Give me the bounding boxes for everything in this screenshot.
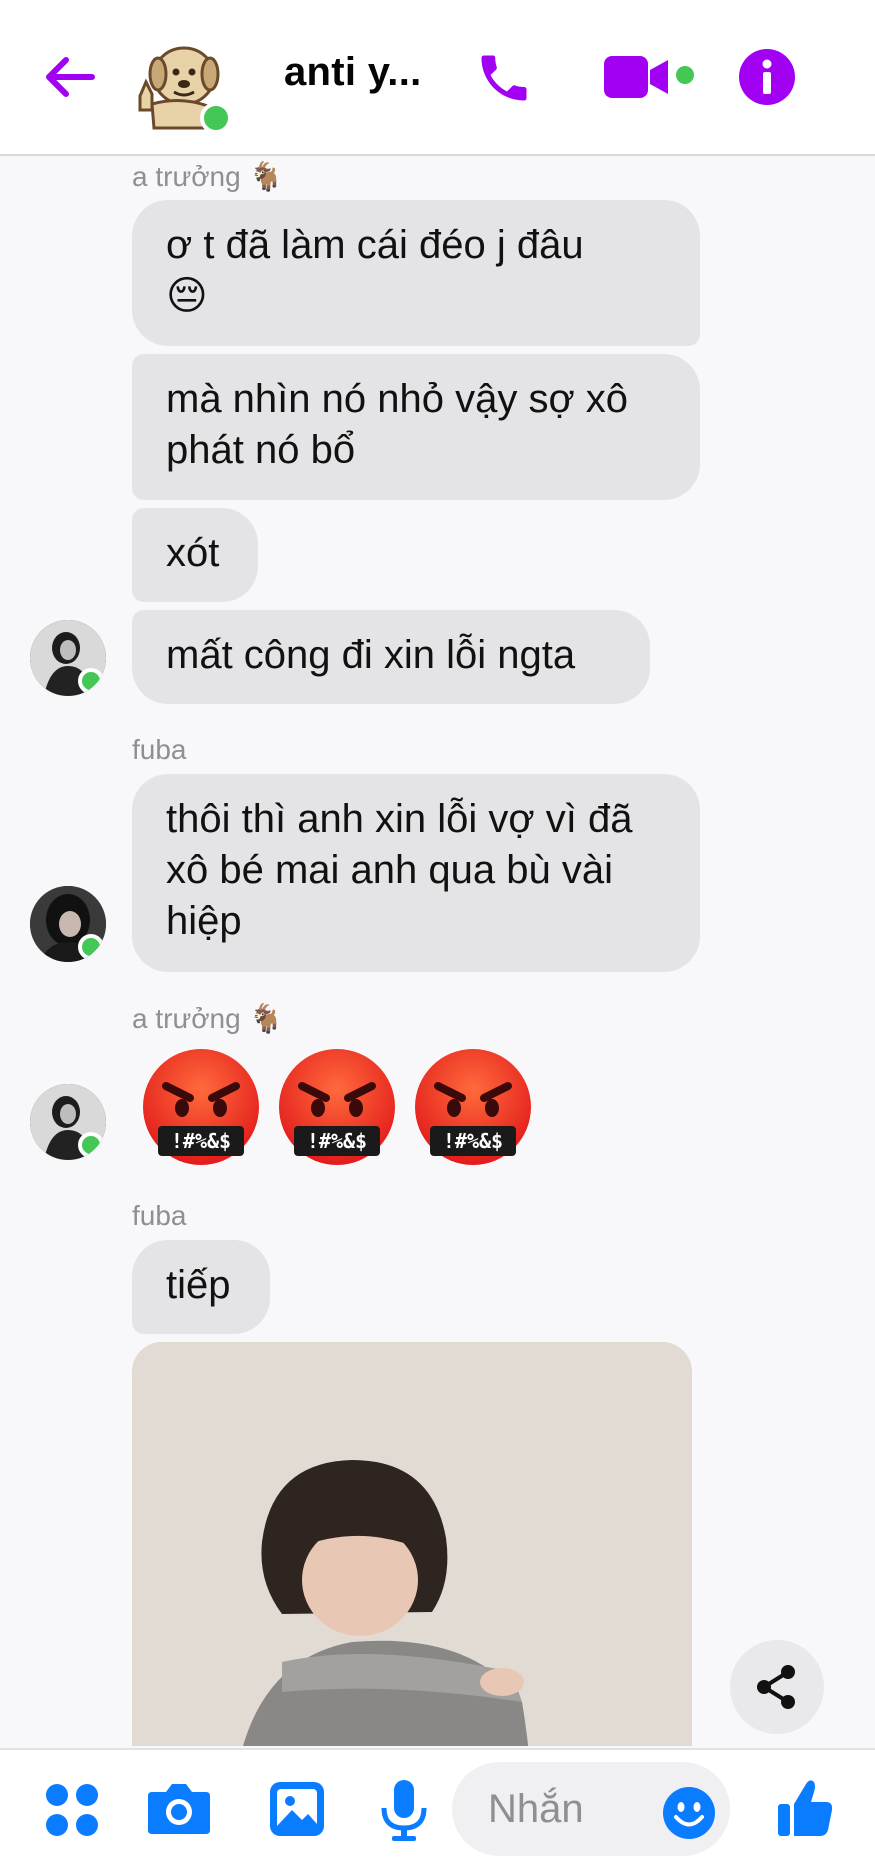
message-bubble[interactable]: mà nhìn nó nhỏ vậy sợ xô phát nó bổ xyxy=(132,354,700,500)
camera-button[interactable] xyxy=(146,1780,212,1841)
like-button[interactable] xyxy=(776,1778,834,1843)
message-bubble[interactable]: tiếp xyxy=(132,1240,270,1334)
share-icon xyxy=(757,1665,795,1709)
voice-message-button[interactable] xyxy=(378,1778,430,1847)
gallery-button[interactable] xyxy=(268,1780,326,1843)
info-icon xyxy=(739,49,795,105)
gallery-icon xyxy=(270,1782,324,1836)
svg-text:!#%&$: !#%&$ xyxy=(307,1129,367,1153)
share-button[interactable] xyxy=(730,1640,824,1734)
emoji-button[interactable] xyxy=(662,1786,716,1845)
svg-text:!#%&$: !#%&$ xyxy=(443,1129,503,1153)
menu-dots-icon xyxy=(46,1784,98,1836)
sender-name: fuba xyxy=(132,734,187,765)
more-actions-button[interactable] xyxy=(44,1782,100,1843)
emoji-icon xyxy=(663,1787,715,1839)
thumbs-up-icon xyxy=(778,1780,833,1836)
message-list[interactable]: a trưởng 🐐 ơ t đã làm cái đéo j đâu 😔 mà… xyxy=(0,156,875,1746)
online-indicator xyxy=(78,934,104,960)
voice-call-button[interactable] xyxy=(474,48,534,113)
video-call-button[interactable] xyxy=(602,52,694,107)
group-avatar[interactable] xyxy=(130,34,232,134)
composer-bar xyxy=(0,1748,875,1873)
message-text: ơ t đã làm cái đéo j đâu xyxy=(166,223,584,267)
online-indicator xyxy=(200,102,232,134)
online-indicator xyxy=(78,1132,104,1158)
info-button[interactable] xyxy=(738,48,796,111)
video-camera-icon xyxy=(604,56,668,98)
back-button[interactable] xyxy=(42,52,98,102)
photo-image xyxy=(132,1342,692,1746)
microphone-icon xyxy=(381,1780,427,1841)
sender-name: fuba xyxy=(132,1200,187,1231)
avatar-fuba[interactable] xyxy=(30,886,106,962)
avatar-a-truong[interactable] xyxy=(30,1084,106,1160)
pensive-face-emoji: 😔 xyxy=(166,274,208,318)
message-composer[interactable] xyxy=(452,1762,730,1856)
svg-text:!#%&$: !#%&$ xyxy=(171,1129,231,1153)
message-bubble[interactable]: xót xyxy=(132,508,258,602)
back-arrow-icon xyxy=(46,57,95,97)
enraged-face-emoji[interactable]: !#%&$ xyxy=(276,1046,398,1168)
sender-name: a trưởng 🐐 xyxy=(132,1003,284,1034)
avatar-a-truong[interactable] xyxy=(30,620,106,696)
enraged-face-emoji[interactable]: !#%&$ xyxy=(412,1046,534,1168)
camera-icon xyxy=(148,1784,210,1834)
photo-attachment[interactable] xyxy=(132,1342,692,1746)
message-bubble[interactable]: mất công đi xin lỗi ngta xyxy=(132,610,650,704)
chat-header: anti y... xyxy=(0,0,875,156)
online-indicator xyxy=(78,668,104,694)
message-bubble[interactable]: thôi thì anh xin lỗi vợ vì đã xô bé mai … xyxy=(132,774,700,972)
phone-icon xyxy=(481,55,527,101)
video-online-indicator xyxy=(676,66,694,84)
message-input[interactable] xyxy=(486,1780,640,1838)
enraged-face-emoji[interactable]: !#%&$ xyxy=(140,1046,262,1168)
message-bubble[interactable]: ơ t đã làm cái đéo j đâu 😔 xyxy=(132,200,700,346)
sender-name: a trưởng 🐐 xyxy=(132,161,284,192)
chat-title[interactable]: anti y... xyxy=(284,50,422,95)
